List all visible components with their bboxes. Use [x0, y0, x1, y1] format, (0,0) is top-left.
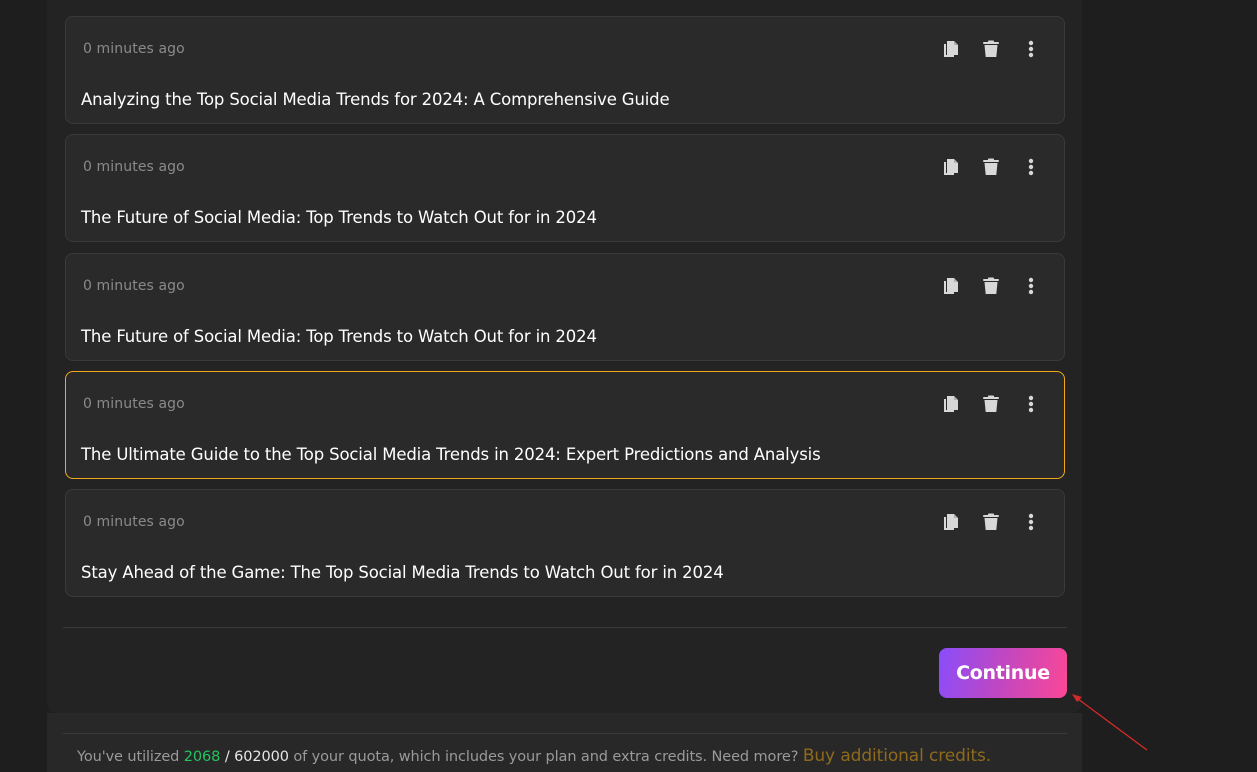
- title-card[interactable]: 0 minutes ago The Future of Social Media…: [65, 134, 1065, 242]
- more-vertical-icon[interactable]: [1022, 394, 1040, 414]
- quota-prefix: You've utilized: [77, 749, 184, 765]
- card-actions: [942, 157, 1040, 177]
- more-vertical-icon[interactable]: [1022, 276, 1040, 296]
- footer-divider: [63, 733, 1067, 734]
- actions-divider: [63, 627, 1067, 628]
- title-card-selected[interactable]: 0 minutes ago The Ultimate Guide to the …: [65, 371, 1065, 479]
- card-actions: [942, 394, 1040, 414]
- card-title: Stay Ahead of the Game: The Top Social M…: [81, 563, 724, 582]
- title-card[interactable]: 0 minutes ago Stay Ahead of the Game: Th…: [65, 489, 1065, 597]
- page: 0 minutes ago Analyzing the Top Social M…: [0, 0, 1257, 772]
- quota-total: 602000: [234, 749, 289, 765]
- card-title: The Ultimate Guide to the Top Social Med…: [81, 445, 821, 464]
- trash-icon[interactable]: [982, 512, 1000, 532]
- card-timestamp: 0 minutes ago: [83, 159, 185, 175]
- trash-icon[interactable]: [982, 276, 1000, 296]
- trash-icon[interactable]: [982, 394, 1000, 414]
- card-timestamp: 0 minutes ago: [83, 278, 185, 294]
- continue-button[interactable]: Continue: [939, 648, 1067, 698]
- copy-icon[interactable]: [942, 276, 960, 296]
- copy-icon[interactable]: [942, 157, 960, 177]
- title-card[interactable]: 0 minutes ago Analyzing the Top Social M…: [65, 16, 1065, 124]
- quota-suffix: of your quota, which includes your plan …: [288, 749, 803, 765]
- more-vertical-icon[interactable]: [1022, 157, 1040, 177]
- card-timestamp: 0 minutes ago: [83, 41, 185, 57]
- quota-footer: You've utilized 2068 / 602000 of your qu…: [47, 713, 1082, 772]
- card-actions: [942, 276, 1040, 296]
- card-actions: [942, 512, 1040, 532]
- copy-icon[interactable]: [942, 394, 960, 414]
- trash-icon[interactable]: [982, 157, 1000, 177]
- trash-icon[interactable]: [982, 39, 1000, 59]
- copy-icon[interactable]: [942, 39, 960, 59]
- card-title: The Future of Social Media: Top Trends t…: [81, 327, 597, 346]
- quota-used: 2068: [183, 749, 221, 765]
- more-vertical-icon[interactable]: [1022, 39, 1040, 59]
- more-vertical-icon[interactable]: [1022, 512, 1040, 532]
- card-title: Analyzing the Top Social Media Trends fo…: [81, 90, 670, 109]
- quota-separator: /: [220, 749, 235, 765]
- copy-icon[interactable]: [942, 512, 960, 532]
- card-timestamp: 0 minutes ago: [83, 514, 185, 530]
- card-actions: [942, 39, 1040, 59]
- card-title: The Future of Social Media: Top Trends t…: [81, 208, 597, 227]
- buy-credits-link[interactable]: Buy additional credits.: [803, 746, 991, 766]
- title-card[interactable]: 0 minutes ago The Future of Social Media…: [65, 253, 1065, 361]
- card-timestamp: 0 minutes ago: [83, 396, 185, 412]
- quota-text: You've utilized 2068 / 602000 of your qu…: [77, 746, 991, 766]
